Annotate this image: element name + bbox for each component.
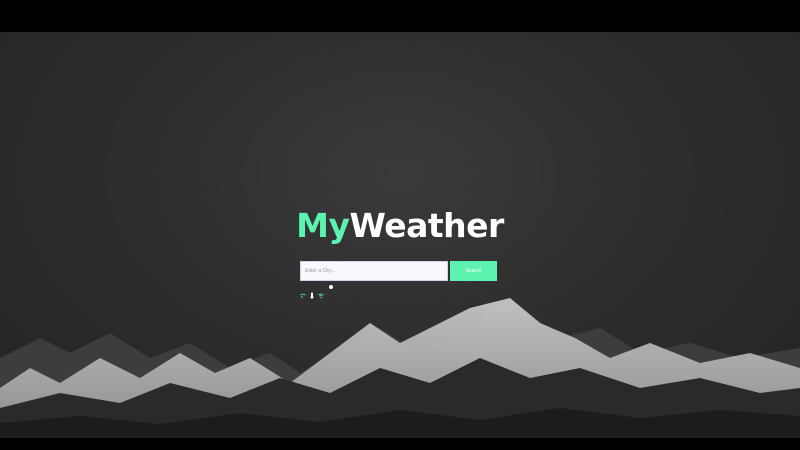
thermometer-icon <box>309 284 315 299</box>
search-button[interactable]: Search <box>450 261 497 281</box>
mountain-backdrop <box>0 298 800 438</box>
logo-main-text: Weather <box>349 206 505 245</box>
map-pin-icon <box>300 284 306 299</box>
hero-background: MyWeather Search <box>0 32 800 438</box>
status-icons <box>300 283 333 299</box>
search-bar: Search <box>300 261 497 281</box>
dot-icon[interactable] <box>329 285 333 289</box>
app-logo: MyWeather <box>0 206 800 246</box>
wifi-icon <box>318 284 324 299</box>
logo-accent-text: My <box>296 206 350 245</box>
browser-frame: MyWeather Search <box>0 0 800 450</box>
city-search-input[interactable] <box>300 261 448 281</box>
